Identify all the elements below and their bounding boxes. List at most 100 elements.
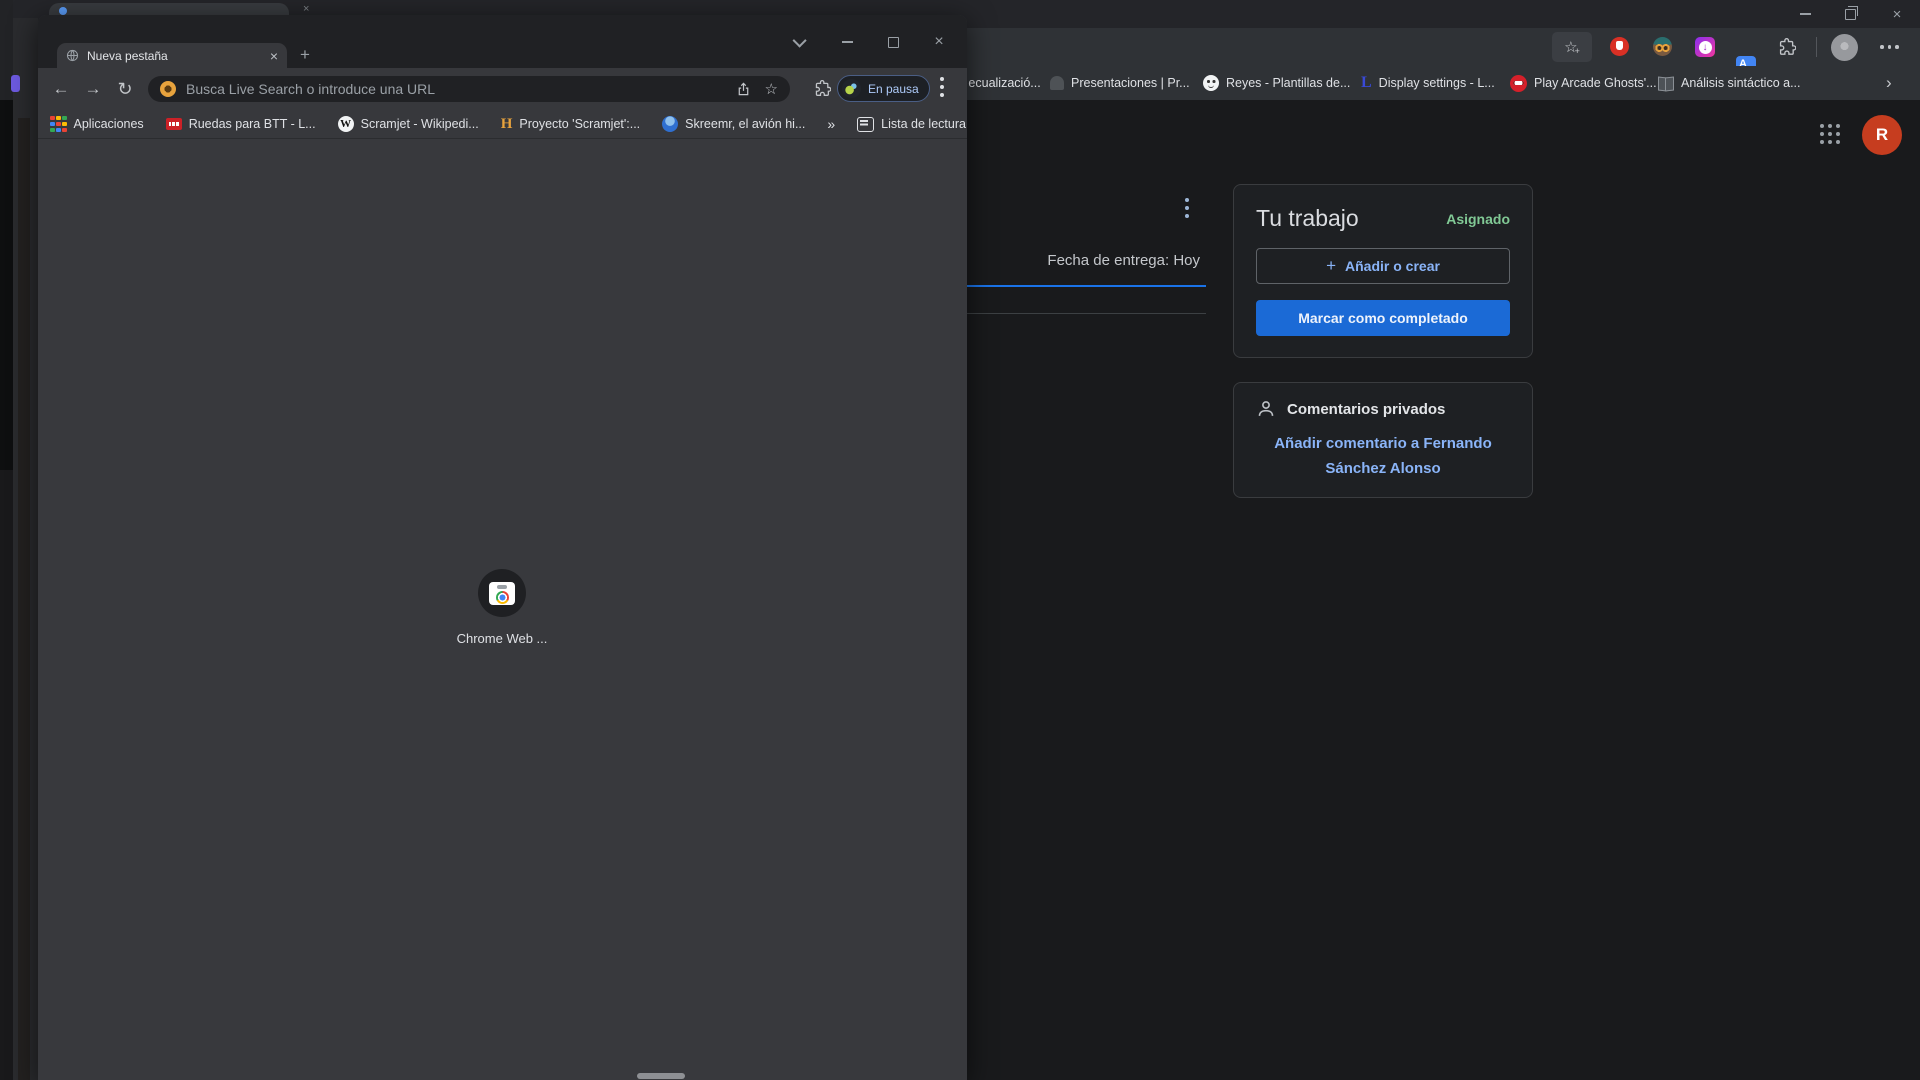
extension-paused-badge[interactable]: En pausa bbox=[837, 75, 930, 102]
bookmark-item[interactable]: Play Arcade Ghosts'... bbox=[1510, 66, 1657, 100]
share-icon[interactable] bbox=[736, 82, 751, 97]
bookmark-label: a ecualizació... bbox=[958, 76, 1041, 90]
bookmark-item[interactable]: L Display settings - L... bbox=[1361, 66, 1495, 100]
bookmark-item[interactable]: Ruedas para BTT - L... bbox=[166, 117, 316, 131]
background-window-edge-dark bbox=[0, 0, 13, 1080]
tab-search-chevron-button[interactable] bbox=[786, 29, 816, 55]
reload-button[interactable]: ↻ bbox=[112, 76, 138, 102]
attachment-options-kebab-icon[interactable] bbox=[1185, 198, 1189, 218]
tab-title: Nueva pestaña bbox=[87, 49, 270, 63]
bookmark-item[interactable]: Presentaciones | Pr... bbox=[1050, 66, 1190, 100]
chevron-down-icon bbox=[793, 34, 807, 48]
back-button[interactable]: ← bbox=[48, 76, 74, 102]
background-tab-close-icon[interactable]: × bbox=[303, 3, 309, 15]
plus-icon: + bbox=[1326, 256, 1336, 276]
letter-l-favicon-icon: L bbox=[1361, 74, 1372, 92]
google-apps-grid-icon[interactable] bbox=[1820, 124, 1840, 144]
history-favicon-icon: H bbox=[501, 116, 513, 133]
add-comment-link[interactable]: Añadir comentario a Fernando Sánchez Alo… bbox=[1256, 431, 1510, 481]
chrome-web-store-shortcut[interactable] bbox=[478, 569, 526, 617]
bookmark-item[interactable]: H Proyecto 'Scramjet':... bbox=[501, 116, 640, 133]
chrome-new-tab-window: Nueva pestaña × + × ← → ↻ Busca Live Sea… bbox=[38, 15, 967, 1080]
address-bar-placeholder: Busca Live Search o introduce una URL bbox=[186, 81, 722, 97]
private-comments-card: Comentarios privados Añadir comentario a… bbox=[1233, 382, 1533, 498]
close-button[interactable]: × bbox=[1880, 0, 1914, 28]
extensions-puzzle-icon[interactable] bbox=[814, 80, 831, 97]
bookmark-star-icon[interactable]: ☆ bbox=[765, 80, 778, 98]
add-comment-line2: Sánchez Alonso bbox=[1256, 456, 1510, 481]
chrome-logo-icon bbox=[496, 591, 509, 604]
fairy-extension-icon bbox=[842, 79, 861, 98]
navigation-toolbar: ← → ↻ Busca Live Search o introduce una … bbox=[38, 68, 967, 110]
address-bar[interactable]: Busca Live Search o introduce una URL ☆ bbox=[148, 76, 790, 102]
bookmark-item[interactable]: W Scramjet - Wikipedi... bbox=[338, 116, 479, 132]
search-engine-icon bbox=[160, 81, 176, 97]
bookmark-label: Análisis sintáctico a... bbox=[1681, 76, 1801, 90]
reading-list-icon bbox=[857, 117, 874, 132]
extensions-puzzle-icon[interactable] bbox=[1778, 38, 1796, 56]
add-or-create-label: Añadir o crear bbox=[1345, 258, 1440, 274]
your-work-title: Tu trabajo bbox=[1256, 205, 1359, 232]
minimize-button[interactable] bbox=[1788, 0, 1822, 28]
adblock-extension-icon[interactable] bbox=[1610, 37, 1629, 56]
add-or-create-button[interactable]: + Añadir o crear bbox=[1256, 248, 1510, 284]
bookmark-label: Display settings - L... bbox=[1379, 76, 1495, 90]
browser-menu-kebab-icon[interactable] bbox=[940, 77, 944, 97]
bookmark-label: Reyes - Plantillas de... bbox=[1226, 76, 1350, 90]
apps-grid-icon bbox=[50, 116, 67, 133]
bookmark-item[interactable]: Análisis sintáctico a... bbox=[1658, 66, 1801, 100]
maximize-button[interactable] bbox=[878, 29, 908, 55]
tab-close-icon[interactable]: × bbox=[270, 49, 278, 63]
bookmark-label: Proyecto 'Scramjet':... bbox=[519, 117, 640, 131]
shortcut-label: Chrome Web ... bbox=[422, 631, 582, 646]
restore-button[interactable] bbox=[1833, 0, 1867, 28]
bookmark-item-apps[interactable]: Aplicaciones bbox=[50, 116, 144, 133]
background-window-edge bbox=[13, 18, 38, 1080]
restore-icon bbox=[1845, 9, 1856, 20]
bookmarks-overflow-icon[interactable]: » bbox=[827, 116, 835, 132]
new-tab-page: Chrome Web ... bbox=[38, 139, 967, 1080]
status-badge: Asignado bbox=[1446, 211, 1510, 227]
minimize-button[interactable] bbox=[832, 29, 862, 55]
tab-favicon-icon bbox=[59, 7, 67, 15]
bookmarks-overflow-chevron-icon[interactable]: › bbox=[1886, 66, 1892, 100]
bookmark-label: Scramjet - Wikipedi... bbox=[361, 117, 479, 131]
forward-button[interactable]: → bbox=[80, 76, 106, 102]
close-button[interactable]: × bbox=[924, 29, 954, 55]
title-underline bbox=[950, 285, 1206, 287]
globe-icon bbox=[66, 49, 79, 62]
bookmark-item[interactable]: a ecualizació... bbox=[958, 66, 1041, 100]
face-favicon-icon bbox=[1203, 75, 1219, 91]
character-extension-icon[interactable] bbox=[1653, 37, 1672, 56]
slides-favicon-icon bbox=[1050, 76, 1064, 90]
account-avatar[interactable]: R bbox=[1862, 115, 1902, 155]
bookmark-label: Ruedas para BTT - L... bbox=[189, 117, 316, 131]
background-accent-mark bbox=[11, 75, 20, 92]
reading-list-button[interactable]: Lista de lectura bbox=[857, 117, 966, 132]
bookmark-label: Skreemr, el avión hi... bbox=[685, 117, 805, 131]
video-downloader-extension-icon[interactable]: ↓ bbox=[1695, 37, 1715, 57]
reading-list-label: Lista de lectura bbox=[881, 117, 966, 131]
web-store-icon bbox=[489, 582, 515, 605]
skreemr-favicon-icon bbox=[662, 116, 678, 132]
active-tab[interactable]: Nueva pestaña × bbox=[57, 43, 287, 68]
plus-icon: + bbox=[1575, 46, 1580, 56]
profile-avatar[interactable] bbox=[1831, 34, 1858, 61]
maximize-icon bbox=[888, 37, 899, 48]
bookmark-item[interactable]: Skreemr, el avión hi... bbox=[662, 116, 805, 132]
book-favicon-icon bbox=[1658, 77, 1674, 90]
add-comment-line1: Añadir comentario a Fernando bbox=[1256, 431, 1510, 456]
new-tab-button[interactable]: + bbox=[300, 45, 310, 65]
browser-menu-kebab-icon[interactable] bbox=[1880, 45, 1899, 49]
bookmarks-bar: Aplicaciones Ruedas para BTT - L... W Sc… bbox=[38, 110, 967, 139]
wikipedia-favicon-icon: W bbox=[338, 116, 354, 132]
person-icon bbox=[1256, 399, 1276, 419]
horizontal-scrollbar-thumb[interactable] bbox=[637, 1073, 685, 1079]
bookmark-item[interactable]: Reyes - Plantillas de... bbox=[1203, 66, 1350, 100]
tab-strip: Nueva pestaña × + × bbox=[38, 15, 967, 68]
arcade-favicon-icon bbox=[1510, 75, 1527, 92]
mark-complete-button[interactable]: Marcar como completado bbox=[1256, 300, 1510, 336]
toolbar-divider bbox=[1816, 37, 1817, 57]
bookmark-this-tab-button[interactable]: ☆+ bbox=[1552, 32, 1592, 62]
download-arrow-icon: ↓ bbox=[1699, 41, 1712, 54]
